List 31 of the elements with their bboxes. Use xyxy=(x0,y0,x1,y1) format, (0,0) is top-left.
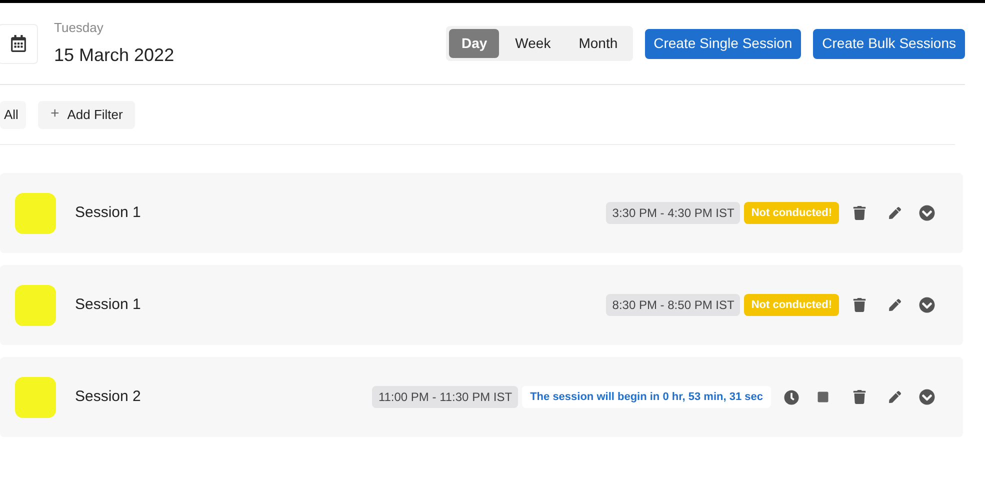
weekday-label: Tuesday xyxy=(54,19,104,38)
time-range: 3:30 PM - 4:30 PM IST xyxy=(606,202,740,224)
session-name: Session 2 xyxy=(75,386,141,407)
create-session-button[interactable]: Create Bulk Sessions xyxy=(813,28,965,58)
countdown-text: The session will begin in 0 hr, 53 min, 31 sec xyxy=(522,386,771,408)
chevron-down-icon xyxy=(919,389,935,405)
trash-icon xyxy=(852,298,866,312)
chevron-down-icon xyxy=(919,205,935,221)
clock-icon xyxy=(784,390,798,404)
all-filter[interactable]: All xyxy=(0,100,26,128)
add-filter-button[interactable]: + Add Filter xyxy=(38,100,135,128)
view-tab[interactable]: Day xyxy=(449,29,500,58)
calendar-icon xyxy=(10,35,26,52)
trash-icon xyxy=(852,206,866,220)
time-range: 11:00 PM - 11:30 PM IST xyxy=(372,386,518,408)
stop-icon xyxy=(817,391,829,403)
time-range: 8:30 PM - 8:50 PM IST xyxy=(606,294,740,316)
pencil-icon xyxy=(889,391,901,403)
date-title: 15 March 2022 xyxy=(54,44,174,67)
chevron-down-icon xyxy=(919,297,935,313)
pencil-icon xyxy=(889,299,901,311)
trash-icon xyxy=(852,390,866,404)
session-name: Session 1 xyxy=(75,294,141,315)
session-name: Session 1 xyxy=(75,202,141,223)
create-session-button[interactable]: Create Single Session xyxy=(644,28,802,58)
pencil-icon xyxy=(889,207,901,219)
view-tab[interactable]: Week xyxy=(503,29,563,58)
status-badge: Not conducted! xyxy=(744,202,839,224)
status-badge: Not conducted! xyxy=(744,294,839,316)
view-tab[interactable]: Month xyxy=(566,29,630,58)
calendar-button[interactable] xyxy=(0,24,38,64)
